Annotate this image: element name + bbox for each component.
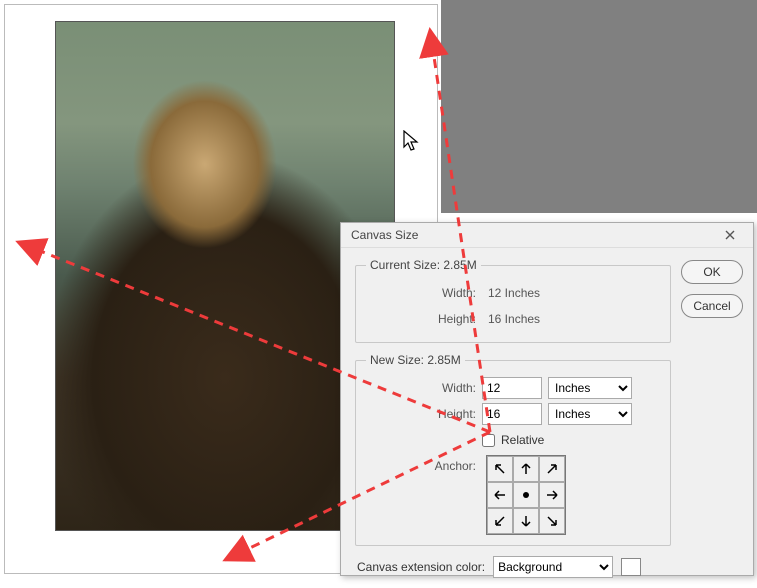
dialog-body: OK Cancel Current Size: 2.85M Width: 12 … — [341, 248, 753, 588]
arrow-sw-icon — [492, 513, 508, 529]
extension-color-select[interactable]: Background — [493, 556, 613, 578]
new-width-input[interactable] — [482, 377, 542, 399]
arrow-n-icon — [518, 461, 534, 477]
anchor-center[interactable] — [513, 482, 539, 508]
arrow-ne-icon — [544, 461, 560, 477]
new-size-legend: New Size: 2.85M — [366, 353, 465, 367]
new-height-input[interactable] — [482, 403, 542, 425]
anchor-s[interactable] — [513, 508, 539, 534]
current-height-value: 16 Inches — [482, 312, 540, 326]
anchor-nw[interactable] — [487, 456, 513, 482]
out-of-canvas-area — [441, 0, 757, 213]
canvas-size-dialog: Canvas Size OK Cancel Current Size: 2.85… — [340, 222, 754, 576]
current-width-label: Width: — [366, 286, 476, 300]
arrow-se-icon — [544, 513, 560, 529]
close-button[interactable] — [715, 223, 745, 247]
relative-checkbox[interactable] — [482, 434, 495, 447]
anchor-sw[interactable] — [487, 508, 513, 534]
anchor-e[interactable] — [539, 482, 565, 508]
anchor-grid[interactable] — [486, 455, 566, 535]
anchor-label: Anchor: — [366, 455, 476, 473]
arrow-nw-icon — [492, 461, 508, 477]
arrow-w-icon — [492, 487, 508, 503]
cancel-button[interactable]: Cancel — [681, 294, 743, 318]
extension-color-swatch[interactable] — [621, 558, 641, 576]
arrow-s-icon — [518, 513, 534, 529]
new-height-label: Height: — [366, 407, 476, 421]
ok-button[interactable]: OK — [681, 260, 743, 284]
editor-workspace: Canvas Size OK Cancel Current Size: 2.85… — [0, 0, 757, 578]
relative-label: Relative — [501, 433, 544, 447]
new-width-label: Width: — [366, 381, 476, 395]
current-height-label: Height: — [366, 312, 476, 326]
anchor-se[interactable] — [539, 508, 565, 534]
dialog-title: Canvas Size — [351, 228, 418, 242]
current-size-group: Current Size: 2.85M Width: 12 Inches Hei… — [355, 258, 671, 343]
current-size-legend: Current Size: 2.85M — [366, 258, 481, 272]
anchor-n[interactable] — [513, 456, 539, 482]
dialog-titlebar[interactable]: Canvas Size — [341, 223, 753, 248]
extension-color-label: Canvas extension color: — [357, 560, 485, 574]
anchor-ne[interactable] — [539, 456, 565, 482]
current-width-value: 12 Inches — [482, 286, 540, 300]
new-width-unit-select[interactable]: Inches — [548, 377, 632, 399]
anchor-w[interactable] — [487, 482, 513, 508]
close-icon — [725, 230, 735, 240]
arrow-e-icon — [544, 487, 560, 503]
new-height-unit-select[interactable]: Inches — [548, 403, 632, 425]
anchor-center-icon — [518, 487, 534, 503]
new-size-group: New Size: 2.85M Width: Inches Height: In… — [355, 353, 671, 546]
